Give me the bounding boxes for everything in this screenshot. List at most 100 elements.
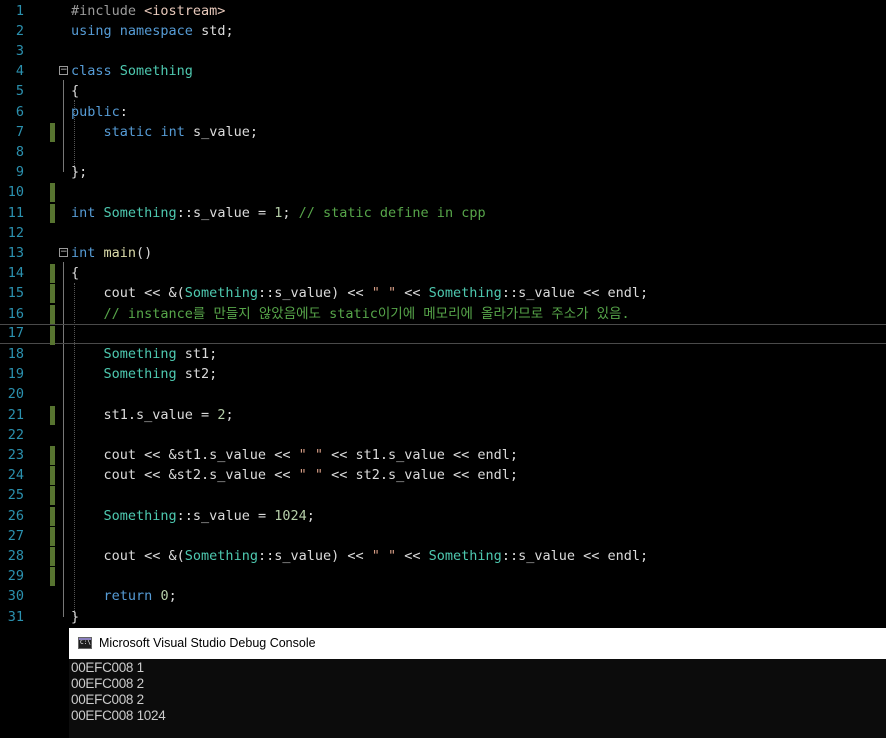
code-text: { [71,81,79,101]
code-text: #include <iostream> [71,1,225,21]
code-text: cout << &st2.s_value << " " << st2.s_val… [71,465,519,485]
code-line[interactable]: 24 cout << &st2.s_value << " " << st2.s_… [0,465,886,486]
code-line[interactable]: 18 Something st1; [0,344,886,364]
code-text: // instance를 만들지 않았음에도 static이기에 메모리에 올라… [71,304,630,324]
code-line[interactable]: 30 return 0; [0,586,886,606]
collapse-icon[interactable]: − [59,247,68,257]
code-token: Something [103,345,177,362]
console-output[interactable]: 00EFC008 1 00EFC008 2 00EFC008 2 00EFC00… [71,660,166,724]
code-token: st1; [176,345,218,362]
line-number: 21 [7,406,24,423]
code-token: : [119,103,128,120]
change-marker [50,546,55,566]
line-number: 8 [15,143,24,160]
code-line-current[interactable]: 17 [0,323,886,345]
code-line[interactable]: 10 [0,182,886,203]
code-token: " " [298,446,323,463]
code-line[interactable]: 4 − class Something [0,61,886,81]
console-title: Microsoft Visual Studio Debug Console [99,636,316,650]
console-titlebar[interactable]: C:\ Microsoft Visual Studio Debug Consol… [69,628,886,659]
code-token: namespace [119,22,193,39]
code-text: Something st1; [71,344,218,364]
code-line[interactable]: 22 [0,425,886,445]
change-marker [50,567,55,587]
code-text: cout << &st1.s_value << " " << st1.s_val… [71,445,519,465]
code-line[interactable]: 3 [0,41,886,61]
code-token: ::s_value) << [257,285,372,302]
code-token: " " [371,547,397,564]
line-number: 16 [7,305,24,322]
code-line[interactable]: 9}; [0,162,886,182]
line-number: 29 [7,568,24,585]
code-line[interactable]: 19 Something st2; [0,364,886,384]
code-line[interactable]: 12 [0,223,886,243]
code-line[interactable]: 26 Something::s_value = 1024; [0,506,886,526]
line-number: 17 [7,324,24,341]
code-line[interactable]: 6 public: [0,102,886,122]
code-line[interactable]: 8 [0,142,886,162]
code-line[interactable]: 13 − int main() [0,243,886,263]
code-line[interactable]: 20 [0,384,886,404]
code-line[interactable]: 16 // instance를 만들지 않았음에도 static이기에 메모리에… [0,304,886,324]
console-app-icon: C:\ [78,637,92,649]
code-token: Something [184,285,258,302]
code-token: ::s_value << endl; [501,285,649,302]
code-text: cout << &(Something::s_value) << " " << … [71,283,649,303]
code-token: ::s_value = [176,204,275,221]
code-token: cout << &st2.s_value << [71,467,299,484]
code-line[interactable]: 21 st1.s_value = 2; [0,405,886,425]
code-text: Something::s_value = 1024; [71,506,315,526]
code-line[interactable]: 27 [0,526,886,546]
change-marker [50,506,55,526]
code-token: ::s_value << endl; [501,547,649,564]
line-number: 31 [7,608,24,625]
code-line[interactable]: 31} [0,607,886,627]
line-number: 11 [7,204,24,221]
line-number: 25 [7,487,24,504]
code-line[interactable]: 25 [0,485,886,506]
line-number: 10 [7,184,24,201]
code-line[interactable]: 5{ [0,81,886,101]
line-number: 5 [15,83,24,100]
line-number: 15 [7,285,24,302]
code-line[interactable]: 1 #include <iostream> [0,1,886,21]
change-marker [50,445,55,465]
code-line[interactable]: 7 static int s_value; [0,122,886,142]
code-token: { [71,83,80,100]
line-number: 28 [7,547,24,564]
code-token: public [71,103,120,120]
code-line[interactable]: 29 [0,566,886,587]
code-line[interactable]: 15 cout << &(Something::s_value) << " " … [0,283,886,304]
debug-console-window[interactable]: C:\ Microsoft Visual Studio Debug Consol… [69,628,886,738]
code-token: << [396,547,429,564]
collapse-icon[interactable]: − [59,66,68,76]
code-token: " " [371,285,397,302]
code-editor[interactable]: 1 #include <iostream> 2 using namespace std… [0,0,886,628]
code-token: cout << &( [71,547,185,564]
code-token: Something [428,285,502,302]
line-number: 22 [7,426,24,443]
change-marker [50,466,55,486]
code-line[interactable]: 23 cout << &st1.s_value << " " << st1.s_… [0,445,886,465]
line-number: 6 [15,103,24,120]
change-marker [50,486,55,506]
code-line[interactable]: 28 cout << &(Something::s_value) << " " … [0,546,886,566]
code-token: // static define in cpp [298,204,486,221]
code-text: int Something::s_value = 1; // static de… [71,203,486,223]
code-line[interactable]: 11 int Something::s_value = 1; // static … [0,203,886,223]
console-icon-text: C:\ [80,639,91,646]
change-marker [50,526,55,546]
line-number: 12 [7,224,24,241]
code-token: " " [298,467,323,484]
code-token: } [71,608,80,625]
code-line[interactable]: 14 { [0,263,886,284]
code-line[interactable]: 2 using namespace std; [0,21,886,41]
line-number: 9 [15,164,24,181]
code-text: public: [71,102,128,122]
code-token: <iostream> [144,2,226,19]
